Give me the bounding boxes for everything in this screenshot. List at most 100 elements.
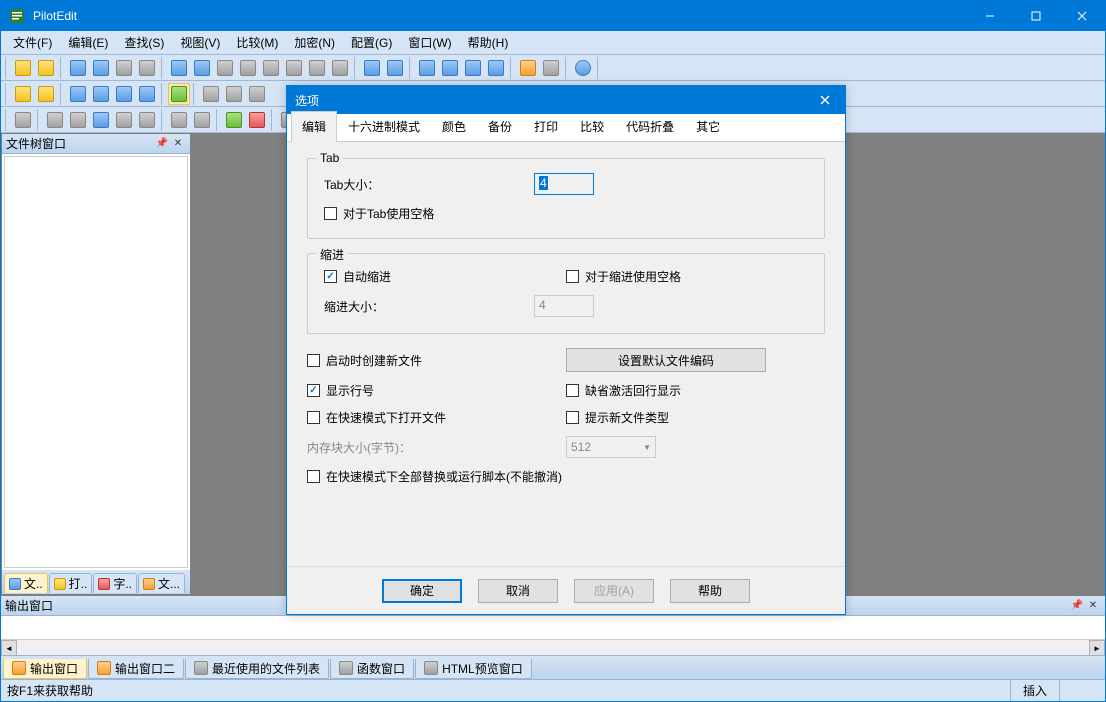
tb3-6-icon[interactable] (136, 109, 158, 131)
tb2-2-icon[interactable] (35, 83, 57, 105)
scroll-left-icon[interactable]: ◄ (1, 640, 17, 655)
tb-b2-icon[interactable] (540, 57, 562, 79)
status-grip (1059, 680, 1099, 701)
menu-edit[interactable]: 编辑(E) (60, 31, 116, 54)
tb-saveall-icon[interactable] (90, 57, 112, 79)
tb3-1-icon[interactable] (12, 109, 34, 131)
pin-icon[interactable]: 📌 (154, 136, 170, 152)
tb3-8-icon[interactable] (191, 109, 213, 131)
output-body[interactable]: ◄ ► (1, 616, 1105, 655)
show-lineno-checkbox[interactable]: 显示行号 (307, 382, 374, 399)
tb-p1-icon[interactable] (306, 57, 328, 79)
cancel-button[interactable]: 取消 (478, 579, 558, 603)
menu-encrypt[interactable]: 加密(N) (286, 31, 343, 54)
scroll-track[interactable] (17, 640, 1089, 655)
ok-button[interactable]: 确定 (382, 579, 462, 603)
menu-find[interactable]: 查找(S) (116, 31, 172, 54)
dialog-close-button[interactable] (805, 86, 845, 114)
tb-delete-icon[interactable] (283, 57, 305, 79)
close-button[interactable] (1059, 1, 1105, 31)
tb2-6-icon[interactable] (136, 83, 158, 105)
tb-a1-icon[interactable] (416, 57, 438, 79)
tb-redo-icon[interactable] (191, 57, 213, 79)
btab-output2[interactable]: 输出窗口二 (88, 659, 184, 679)
panel-close-icon[interactable]: ✕ (170, 136, 186, 152)
prompt-filetype-checkbox[interactable]: 提示新文件类型 (566, 409, 669, 426)
wrap-display-checkbox[interactable]: 缺省激活回行显示 (566, 382, 681, 399)
minimize-button[interactable] (967, 1, 1013, 31)
tb3-2-icon[interactable] (44, 109, 66, 131)
tb-closeall-icon[interactable] (136, 57, 158, 79)
tb-a2-icon[interactable] (439, 57, 461, 79)
tb2-3-icon[interactable] (67, 83, 89, 105)
tb3-5-icon[interactable] (113, 109, 135, 131)
tb3-9-icon[interactable] (223, 109, 245, 131)
open-fast-checkbox[interactable]: 在快速模式下打开文件 (307, 409, 446, 426)
tb2-10-icon[interactable] (246, 83, 268, 105)
btab-functions[interactable]: 函数窗口 (330, 659, 414, 679)
side-tab-0[interactable]: 文.. (4, 573, 48, 593)
btab-html[interactable]: HTML预览窗口 (415, 659, 532, 679)
maximize-button[interactable] (1013, 1, 1059, 31)
tb2-5-icon[interactable] (113, 83, 135, 105)
menu-file[interactable]: 文件(F) (5, 31, 60, 54)
dtab-backup[interactable]: 备份 (477, 111, 523, 141)
tb-a3-icon[interactable] (462, 57, 484, 79)
side-tab-1[interactable]: 打.. (49, 573, 93, 593)
tb-p2-icon[interactable] (329, 57, 351, 79)
tb-undo-icon[interactable] (168, 57, 190, 79)
menu-view[interactable]: 视图(V) (172, 31, 228, 54)
tab-size-input[interactable]: 4 (534, 173, 594, 195)
menu-compare[interactable]: 比较(M) (228, 31, 286, 54)
btab-recent[interactable]: 最近使用的文件列表 (185, 659, 329, 679)
dtab-edit[interactable]: 编辑 (291, 111, 337, 142)
file-tree-body[interactable] (4, 156, 188, 568)
output-close-icon[interactable]: ✕ (1085, 598, 1101, 614)
tb-paste-icon[interactable] (260, 57, 282, 79)
side-tab-3[interactable]: 文... (138, 573, 185, 593)
auto-indent-checkbox[interactable]: 自动缩进 (324, 268, 391, 285)
btab-output[interactable]: 输出窗口 (3, 659, 87, 679)
output-pin-icon[interactable]: 📌 (1069, 598, 1085, 614)
dtab-color[interactable]: 颜色 (431, 111, 477, 141)
scroll-right-icon[interactable]: ► (1089, 640, 1105, 655)
tb2-4-icon[interactable] (90, 83, 112, 105)
dtab-fold[interactable]: 代码折叠 (615, 111, 685, 141)
set-encoding-button[interactable]: 设置默认文件编码 (566, 348, 766, 372)
tb2-8-icon[interactable] (200, 83, 222, 105)
tb2-9-icon[interactable] (223, 83, 245, 105)
tb3-3-icon[interactable] (67, 109, 89, 131)
menu-config[interactable]: 配置(G) (343, 31, 400, 54)
side-tab-2[interactable]: 字.. (93, 573, 137, 593)
tb3-4-icon[interactable] (90, 109, 112, 131)
tb-next-icon[interactable] (384, 57, 406, 79)
help-button[interactable]: 帮助 (670, 579, 750, 603)
menu-help[interactable]: 帮助(H) (460, 31, 517, 54)
tb-help-icon[interactable] (572, 57, 594, 79)
tb-save-icon[interactable] (67, 57, 89, 79)
dialog-title-text: 选项 (295, 92, 805, 109)
tb2-1-icon[interactable] (12, 83, 34, 105)
menu-window[interactable]: 窗口(W) (400, 31, 459, 54)
indent-use-spaces-checkbox[interactable]: 对于缩进使用空格 (566, 268, 681, 285)
tb3-10-icon[interactable] (246, 109, 268, 131)
tb-a4-icon[interactable] (485, 57, 507, 79)
fast-replace-checkbox[interactable]: 在快速模式下全部替换或运行脚本(不能撤消) (307, 468, 562, 485)
tb-copy-icon[interactable] (237, 57, 259, 79)
tb3-7-icon[interactable] (168, 109, 190, 131)
tab-use-spaces-checkbox[interactable]: 对于Tab使用空格 (324, 205, 434, 222)
dtab-hex[interactable]: 十六进制模式 (337, 111, 431, 141)
create-on-start-checkbox[interactable]: 启动时创建新文件 (307, 352, 422, 369)
tb-prev-icon[interactable] (361, 57, 383, 79)
tb-open-icon[interactable] (35, 57, 57, 79)
tb-close-icon[interactable] (113, 57, 135, 79)
dtab-other[interactable]: 其它 (685, 111, 731, 141)
tb2-7-icon[interactable] (168, 83, 190, 105)
apply-button: 应用(A) (574, 579, 654, 603)
tb-new-icon[interactable] (12, 57, 34, 79)
dtab-compare[interactable]: 比较 (569, 111, 615, 141)
tb-cut-icon[interactable] (214, 57, 236, 79)
tb-b1-icon[interactable] (517, 57, 539, 79)
dtab-print[interactable]: 打印 (523, 111, 569, 141)
output-scroll[interactable]: ◄ ► (1, 639, 1105, 655)
